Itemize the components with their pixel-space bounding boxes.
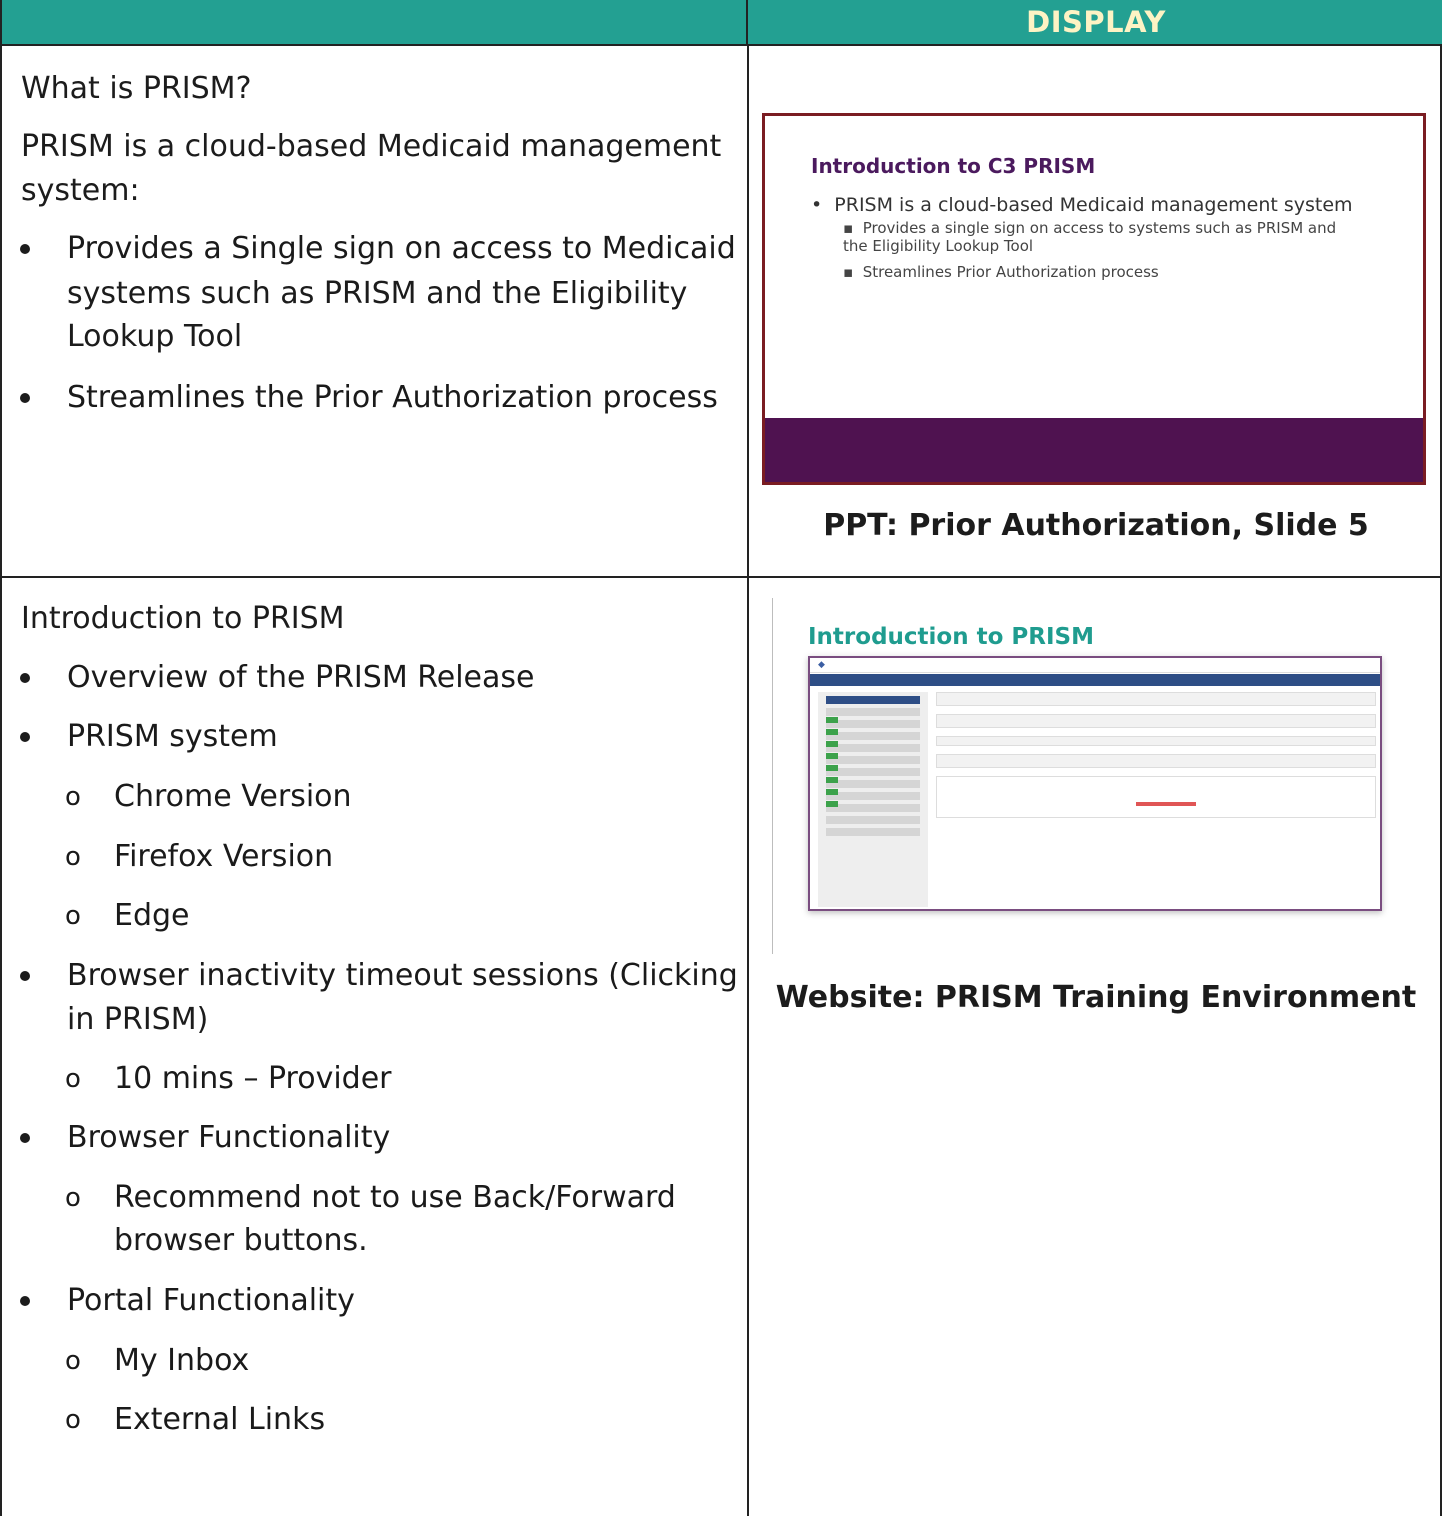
- intro-line: system:: [21, 173, 140, 208]
- list-item: PRISM system: [20, 716, 278, 758]
- question-text: What is PRISM?: [21, 71, 252, 106]
- slide-footer-bar: [765, 418, 1423, 482]
- circle-bullet-icon: o: [65, 901, 81, 931]
- list-item: Overview of the PRISM Release: [20, 657, 535, 699]
- sub-list-item: o Recommend not to use Back/Forward: [65, 1177, 676, 1219]
- list-item-text: Edge: [114, 898, 190, 933]
- list-item-text: browser buttons.: [114, 1223, 368, 1258]
- website-thumbnail: ◆: [808, 656, 1382, 911]
- sub-list-item: o Chrome Version: [65, 776, 352, 818]
- list-item-text: systems such as PRISM and the Eligibilit…: [67, 276, 688, 311]
- prism-logo-icon: ◆: [818, 660, 825, 670]
- circle-bullet-icon: o: [65, 1346, 81, 1376]
- row-divider: [2, 576, 1442, 578]
- list-item-text: Browser inactivity timeout sessions (Cli…: [67, 958, 738, 993]
- bullet-icon: [20, 971, 30, 981]
- list-item-text: Chrome Version: [114, 779, 352, 814]
- sub-list-item: o Edge: [65, 895, 190, 937]
- list-item: Streamlines the Prior Authorization proc…: [20, 377, 718, 419]
- thumb-sidebar: [818, 692, 928, 907]
- sub-list-item: o My Inbox: [65, 1340, 250, 1382]
- row-divider: [2, 44, 1442, 46]
- bullet-icon: [20, 673, 30, 683]
- intro-line: PRISM is a cloud-based Medicaid manageme…: [21, 129, 722, 164]
- list-item: Provides a Single sign on access to Medi…: [20, 228, 736, 270]
- list-item-text: Portal Functionality: [67, 1283, 355, 1318]
- list-item: Browser inactivity timeout sessions (Cli…: [20, 955, 738, 997]
- website-caption: Website: PRISM Training Environment: [775, 980, 1417, 1015]
- document-table: DISPLAY What is PRISM? PRISM is a cloud-…: [0, 0, 1442, 1516]
- slide-sub-bullet: ▪ Streamlines Prior Authorization proces…: [843, 263, 1159, 281]
- slide-caption: PPT: Prior Authorization, Slide 5: [823, 508, 1369, 543]
- bullet-icon: [20, 244, 30, 254]
- sub-list-item: o Firefox Version: [65, 836, 334, 878]
- bullet-icon: [20, 732, 30, 742]
- bullet-icon: [20, 1296, 30, 1306]
- thumb-error-line: [1136, 802, 1196, 806]
- list-item-text: Provides a Single sign on access to Medi…: [67, 231, 736, 266]
- table-header-row: DISPLAY: [2, 0, 1442, 44]
- list-item-text: Streamlines the Prior Authorization proc…: [67, 380, 718, 415]
- circle-bullet-icon: o: [65, 782, 81, 812]
- circle-bullet-icon: o: [65, 842, 81, 872]
- slide-title: Introduction to C3 PRISM: [811, 154, 1096, 178]
- header-cell-left: [2, 0, 748, 44]
- sub-list-item: o 10 mins – Provider: [65, 1058, 392, 1100]
- column-divider: [747, 44, 749, 1516]
- circle-bullet-icon: o: [65, 1064, 81, 1094]
- list-item-text: Recommend not to use Back/Forward: [114, 1180, 676, 1215]
- list-item: Portal Functionality: [20, 1280, 355, 1322]
- list-item-text: Browser Functionality: [67, 1120, 391, 1155]
- list-item: Browser Functionality: [20, 1117, 391, 1159]
- bullet-icon: [20, 393, 30, 403]
- display-header: DISPLAY: [1026, 5, 1166, 39]
- section-heading: Introduction to PRISM: [21, 601, 345, 636]
- list-item-text: My Inbox: [114, 1343, 250, 1378]
- list-item-text: in PRISM): [67, 1002, 209, 1037]
- thumb-topbar: ◆: [810, 658, 1380, 673]
- thumbnail-rule: [772, 598, 773, 954]
- list-item-text: Firefox Version: [114, 839, 334, 874]
- circle-bullet-icon: o: [65, 1183, 81, 1213]
- slide-bullet: • PRISM is a cloud-based Medicaid manage…: [811, 194, 1353, 216]
- slide-thumbnail: Introduction to C3 PRISM • PRISM is a cl…: [762, 113, 1426, 485]
- bullet-icon: [20, 1133, 30, 1143]
- circle-bullet-icon: o: [65, 1405, 81, 1435]
- list-item-text: PRISM system: [67, 719, 278, 754]
- thumb-main: [936, 692, 1376, 862]
- slide-sub-bullet: ▪ Provides a single sign on access to sy…: [843, 219, 1337, 255]
- list-item-text: Overview of the PRISM Release: [67, 660, 535, 695]
- website-thumbnail-title: Introduction to PRISM: [808, 624, 1094, 650]
- thumb-navbar: [810, 674, 1380, 686]
- list-item-text: External Links: [114, 1402, 326, 1437]
- list-item-text: 10 mins – Provider: [114, 1061, 392, 1096]
- sub-list-item: o External Links: [65, 1399, 326, 1441]
- list-item-text: Lookup Tool: [67, 319, 243, 354]
